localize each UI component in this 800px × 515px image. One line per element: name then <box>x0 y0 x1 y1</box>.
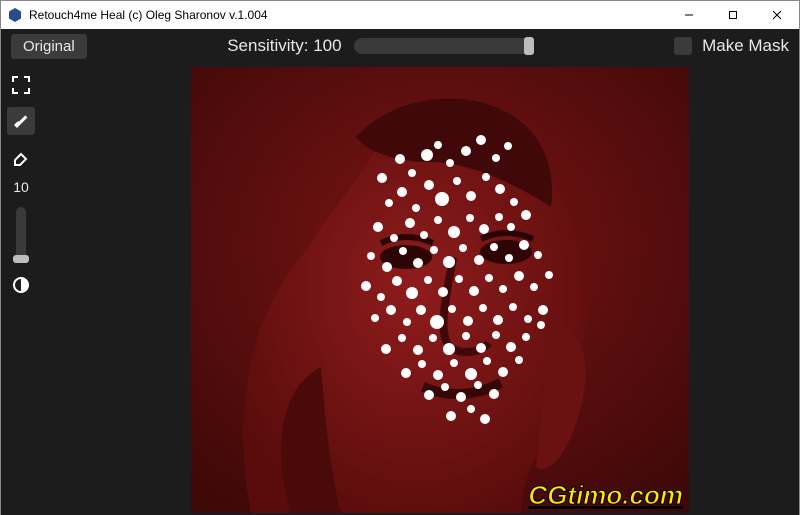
canvas-area: CGtimo.com <box>41 63 799 515</box>
app-window: Retouch4me Heal (c) Oleg Sharonov v.1.00… <box>0 0 800 515</box>
minimize-button[interactable] <box>667 1 711 29</box>
image-canvas[interactable]: CGtimo.com <box>191 67 689 513</box>
contrast-tool[interactable] <box>7 271 35 299</box>
titlebar: Retouch4me Heal (c) Oleg Sharonov v.1.00… <box>1 1 799 29</box>
topbar: Original Sensitivity: 100 Make Mask <box>1 29 799 63</box>
fullscreen-icon <box>12 76 30 94</box>
detection-dots <box>191 67 689 513</box>
sensitivity-slider[interactable] <box>354 38 534 54</box>
sensitivity-label: Sensitivity: 100 <box>227 36 341 56</box>
eraser-icon <box>12 148 30 166</box>
original-button[interactable]: Original <box>11 34 87 59</box>
make-mask-label: Make Mask <box>702 36 789 56</box>
window-title: Retouch4me Heal (c) Oleg Sharonov v.1.00… <box>29 8 667 22</box>
brush-icon <box>12 112 30 130</box>
close-button[interactable] <box>755 1 799 29</box>
brush-size-thumb[interactable] <box>13 255 29 263</box>
brush-size-value: 10 <box>13 179 29 195</box>
make-mask-checkbox[interactable] <box>674 37 692 55</box>
brush-tool[interactable] <box>7 107 35 135</box>
sensitivity-thumb[interactable] <box>524 37 534 55</box>
sensitivity-control: Sensitivity: 100 <box>227 36 533 56</box>
watermark-text: CGtimo.com <box>528 480 683 511</box>
contrast-icon <box>12 276 30 294</box>
app-body: Original Sensitivity: 100 Make Mask <box>1 29 799 515</box>
main-row: 10 <box>1 63 799 515</box>
fullscreen-tool[interactable] <box>7 71 35 99</box>
brush-size-slider[interactable] <box>16 207 26 263</box>
eraser-tool[interactable] <box>7 143 35 171</box>
app-icon <box>7 7 23 23</box>
sidebar: 10 <box>1 63 41 515</box>
maximize-button[interactable] <box>711 1 755 29</box>
